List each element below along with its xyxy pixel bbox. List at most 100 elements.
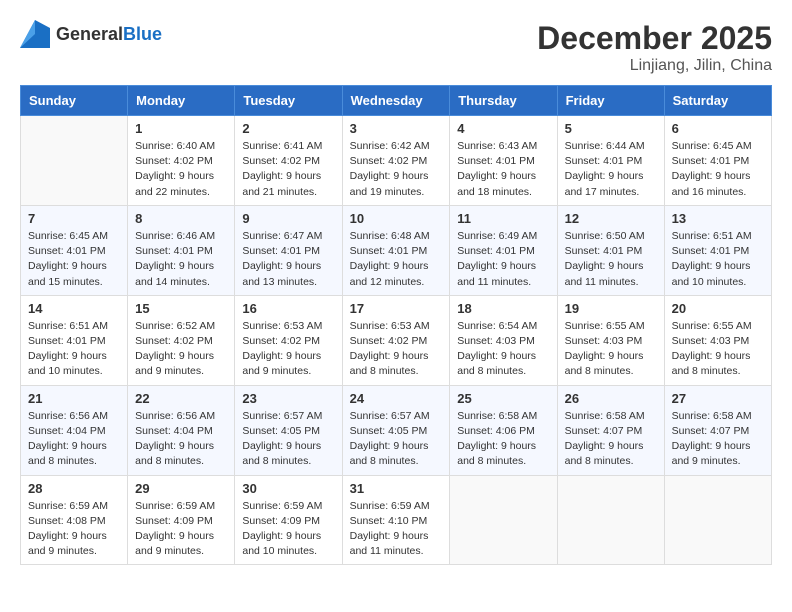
day-number: 2 bbox=[242, 121, 334, 136]
day-number: 13 bbox=[672, 211, 764, 226]
day-number: 27 bbox=[672, 391, 764, 406]
day-number: 19 bbox=[565, 301, 657, 316]
day-info: Sunrise: 6:51 AMSunset: 4:01 PMDaylight:… bbox=[28, 319, 120, 380]
calendar-cell: 27 Sunrise: 6:58 AMSunset: 4:07 PMDayligh… bbox=[664, 385, 771, 475]
day-info: Sunrise: 6:56 AMSunset: 4:04 PMDaylight:… bbox=[135, 409, 227, 470]
calendar-cell: 4 Sunrise: 6:43 AMSunset: 4:01 PMDaylight… bbox=[450, 116, 557, 206]
logo: GeneralBlue bbox=[20, 20, 162, 48]
title-block: December 2025 Linjiang, Jilin, China bbox=[537, 20, 772, 75]
day-info: Sunrise: 6:54 AMSunset: 4:03 PMDaylight:… bbox=[457, 319, 549, 380]
day-info: Sunrise: 6:55 AMSunset: 4:03 PMDaylight:… bbox=[672, 319, 764, 380]
day-info: Sunrise: 6:42 AMSunset: 4:02 PMDaylight:… bbox=[350, 139, 443, 200]
logo-icon bbox=[20, 20, 50, 48]
calendar-cell: 12 Sunrise: 6:50 AMSunset: 4:01 PMDayligh… bbox=[557, 205, 664, 295]
calendar-cell bbox=[21, 116, 128, 206]
day-number: 5 bbox=[565, 121, 657, 136]
calendar-cell: 24 Sunrise: 6:57 AMSunset: 4:05 PMDayligh… bbox=[342, 385, 450, 475]
calendar-cell: 14 Sunrise: 6:51 AMSunset: 4:01 PMDayligh… bbox=[21, 295, 128, 385]
day-info: Sunrise: 6:57 AMSunset: 4:05 PMDaylight:… bbox=[350, 409, 443, 470]
day-number: 14 bbox=[28, 301, 120, 316]
calendar-cell: 19Sunrise: 6:55 AMSunset: 4:03 PMDayligh… bbox=[557, 295, 664, 385]
day-info: Sunrise: 6:59 AMSunset: 4:10 PMDaylight:… bbox=[350, 499, 443, 560]
calendar-cell: 2 Sunrise: 6:41 AMSunset: 4:02 PMDaylight… bbox=[235, 116, 342, 206]
day-info: Sunrise: 6:47 AMSunset: 4:01 PMDaylight:… bbox=[242, 229, 334, 290]
calendar-cell bbox=[664, 475, 771, 565]
day-info: Sunrise: 6:59 AMSunset: 4:08 PMDaylight:… bbox=[28, 499, 120, 560]
day-info: Sunrise: 6:52 AMSunset: 4:02 PMDaylight:… bbox=[135, 319, 227, 380]
calendar-cell: 21Sunrise: 6:56 AMSunset: 4:04 PMDayligh… bbox=[21, 385, 128, 475]
day-number: 26 bbox=[565, 391, 657, 406]
day-number: 30 bbox=[242, 481, 334, 496]
day-info: Sunrise: 6:45 AMSunset: 4:01 PMDaylight:… bbox=[672, 139, 764, 200]
calendar-cell: 29Sunrise: 6:59 AMSunset: 4:09 PMDayligh… bbox=[128, 475, 235, 565]
calendar-cell: 18 Sunrise: 6:54 AMSunset: 4:03 PMDayligh… bbox=[450, 295, 557, 385]
day-info: Sunrise: 6:58 AMSunset: 4:07 PMDaylight:… bbox=[565, 409, 657, 470]
day-number: 17 bbox=[350, 301, 443, 316]
calendar-week-row: 1 Sunrise: 6:40 AMSunset: 4:02 PMDaylight… bbox=[21, 116, 772, 206]
calendar-cell: 16 Sunrise: 6:53 AMSunset: 4:02 PMDayligh… bbox=[235, 295, 342, 385]
month-title: December 2025 bbox=[537, 20, 772, 57]
calendar-table: SundayMondayTuesdayWednesdayThursdayFrid… bbox=[20, 85, 772, 565]
day-info: Sunrise: 6:57 AMSunset: 4:05 PMDaylight:… bbox=[242, 409, 334, 470]
calendar-cell: 23 Sunrise: 6:57 AMSunset: 4:05 PMDayligh… bbox=[235, 385, 342, 475]
calendar-cell: 20 Sunrise: 6:55 AMSunset: 4:03 PMDayligh… bbox=[664, 295, 771, 385]
location-title: Linjiang, Jilin, China bbox=[537, 57, 772, 75]
calendar-cell bbox=[450, 475, 557, 565]
day-info: Sunrise: 6:46 AMSunset: 4:01 PMDaylight:… bbox=[135, 229, 227, 290]
day-number: 11 bbox=[457, 211, 549, 226]
day-number: 15 bbox=[135, 301, 227, 316]
day-number: 6 bbox=[672, 121, 764, 136]
day-info: Sunrise: 6:43 AMSunset: 4:01 PMDaylight:… bbox=[457, 139, 549, 200]
calendar-cell: 3 Sunrise: 6:42 AMSunset: 4:02 PMDaylight… bbox=[342, 116, 450, 206]
day-number: 23 bbox=[242, 391, 334, 406]
day-number: 8 bbox=[135, 211, 227, 226]
calendar-cell: 22 Sunrise: 6:56 AMSunset: 4:04 PMDayligh… bbox=[128, 385, 235, 475]
calendar-cell: 7 Sunrise: 6:45 AMSunset: 4:01 PMDaylight… bbox=[21, 205, 128, 295]
day-info: Sunrise: 6:45 AMSunset: 4:01 PMDaylight:… bbox=[28, 229, 120, 290]
calendar-cell: 28Sunrise: 6:59 AMSunset: 4:08 PMDayligh… bbox=[21, 475, 128, 565]
day-number: 3 bbox=[350, 121, 443, 136]
calendar-cell bbox=[557, 475, 664, 565]
day-number: 20 bbox=[672, 301, 764, 316]
calendar-cell: 26 Sunrise: 6:58 AMSunset: 4:07 PMDayligh… bbox=[557, 385, 664, 475]
day-number: 24 bbox=[350, 391, 443, 406]
calendar-cell: 11 Sunrise: 6:49 AMSunset: 4:01 PMDayligh… bbox=[450, 205, 557, 295]
weekday-header: Friday bbox=[557, 86, 664, 116]
calendar-cell: 6 Sunrise: 6:45 AMSunset: 4:01 PMDaylight… bbox=[664, 116, 771, 206]
weekday-header: Sunday bbox=[21, 86, 128, 116]
day-info: Sunrise: 6:50 AMSunset: 4:01 PMDaylight:… bbox=[565, 229, 657, 290]
day-number: 21 bbox=[28, 391, 120, 406]
day-number: 7 bbox=[28, 211, 120, 226]
day-info: Sunrise: 6:44 AMSunset: 4:01 PMDaylight:… bbox=[565, 139, 657, 200]
weekday-header: Saturday bbox=[664, 86, 771, 116]
calendar-cell: 9 Sunrise: 6:47 AMSunset: 4:01 PMDaylight… bbox=[235, 205, 342, 295]
day-info: Sunrise: 6:58 AMSunset: 4:07 PMDaylight:… bbox=[672, 409, 764, 470]
calendar-week-row: 28Sunrise: 6:59 AMSunset: 4:08 PMDayligh… bbox=[21, 475, 772, 565]
day-info: Sunrise: 6:49 AMSunset: 4:01 PMDaylight:… bbox=[457, 229, 549, 290]
calendar-week-row: 14 Sunrise: 6:51 AMSunset: 4:01 PMDayligh… bbox=[21, 295, 772, 385]
calendar-cell: 13Sunrise: 6:51 AMSunset: 4:01 PMDayligh… bbox=[664, 205, 771, 295]
calendar-cell: 17Sunrise: 6:53 AMSunset: 4:02 PMDayligh… bbox=[342, 295, 450, 385]
logo-general: GeneralBlue bbox=[56, 24, 162, 45]
day-info: Sunrise: 6:41 AMSunset: 4:02 PMDaylight:… bbox=[242, 139, 334, 200]
calendar-cell: 5 Sunrise: 6:44 AMSunset: 4:01 PMDaylight… bbox=[557, 116, 664, 206]
calendar-cell: 8 Sunrise: 6:46 AMSunset: 4:01 PMDaylight… bbox=[128, 205, 235, 295]
day-number: 16 bbox=[242, 301, 334, 316]
day-number: 1 bbox=[135, 121, 227, 136]
day-number: 4 bbox=[457, 121, 549, 136]
day-number: 18 bbox=[457, 301, 549, 316]
calendar-week-row: 21 Sunrise: 6:56 AMSunset: 4:04 PMDayligh… bbox=[21, 385, 772, 475]
weekday-header: Wednesday bbox=[342, 86, 450, 116]
day-number: 22 bbox=[135, 391, 227, 406]
day-number: 31 bbox=[350, 481, 443, 496]
day-number: 25 bbox=[457, 391, 549, 406]
day-number: 12 bbox=[565, 211, 657, 226]
calendar-cell: 30 Sunrise: 6:59 AMSunset: 4:09 PMDayligh… bbox=[235, 475, 342, 565]
day-info: Sunrise: 6:59 AMSunset: 4:09 PMDaylight:… bbox=[242, 499, 334, 560]
day-info: Sunrise: 6:40 AMSunset: 4:02 PMDaylight:… bbox=[135, 139, 227, 200]
calendar-cell: 15 Sunrise: 6:52 AMSunset: 4:02 PMDayligh… bbox=[128, 295, 235, 385]
day-number: 9 bbox=[242, 211, 334, 226]
weekday-header: Tuesday bbox=[235, 86, 342, 116]
day-info: Sunrise: 6:53 AMSunset: 4:02 PMDaylight:… bbox=[242, 319, 334, 380]
calendar-cell: 10Sunrise: 6:48 AMSunset: 4:01 PMDayligh… bbox=[342, 205, 450, 295]
